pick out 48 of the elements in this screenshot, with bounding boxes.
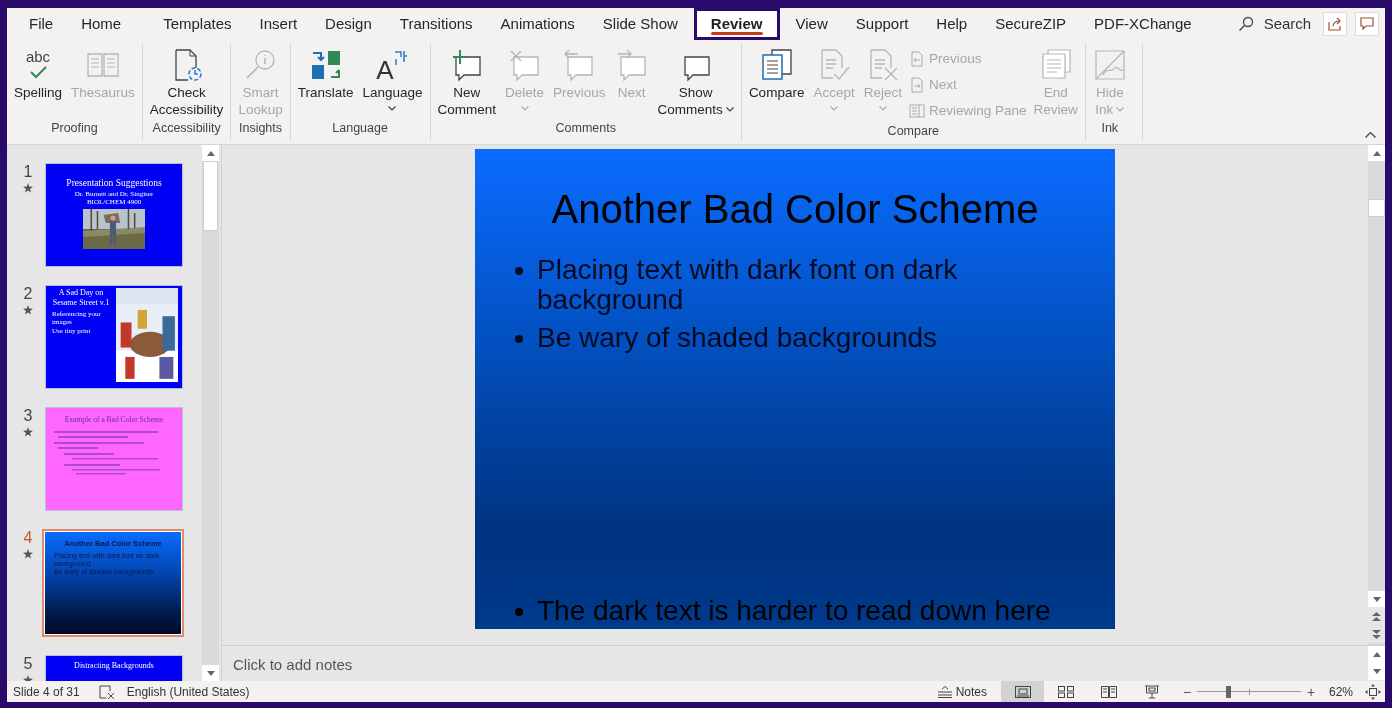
thumbnail-title: Distracting Backgrounds bbox=[74, 660, 154, 672]
bullet-text: Placing text with dark font on dark background bbox=[537, 255, 959, 315]
zoom-in-button[interactable]: + bbox=[1305, 684, 1317, 699]
ribbon-tab[interactable]: File bbox=[15, 8, 68, 40]
bullet-text: Be wary of shaded backgrounds bbox=[537, 323, 938, 353]
ribbon-tab[interactable]: Home bbox=[67, 8, 136, 40]
language-indicator[interactable]: English (United States) bbox=[126, 682, 250, 701]
ribbon-tab[interactable]: Support bbox=[841, 8, 923, 40]
ribbon-tab[interactable]: View bbox=[781, 8, 842, 40]
zoom-level[interactable]: 62% bbox=[1329, 682, 1359, 701]
ribbon-tab[interactable]: Templates bbox=[149, 8, 246, 40]
ribbon-button[interactable]: Check Accessibility bbox=[145, 46, 228, 118]
ribbon-tab[interactable]: Help bbox=[922, 8, 982, 40]
slide-number: 3 bbox=[23, 407, 33, 425]
notes-button[interactable]: Notes bbox=[933, 681, 991, 702]
ribbon-tab[interactable]: Transitions bbox=[385, 8, 487, 40]
group-label: Language bbox=[331, 120, 389, 138]
ribbon-button[interactable]: Translate bbox=[293, 46, 358, 101]
ribbon-button[interactable]: New Comment bbox=[433, 46, 501, 118]
zoom-out-button[interactable]: − bbox=[1181, 684, 1193, 699]
slide-number: 2 bbox=[23, 285, 33, 303]
group-label: Insights bbox=[237, 120, 284, 138]
ribbon-tab[interactable]: Design bbox=[311, 8, 386, 40]
ribbon-button[interactable]: Show Comments bbox=[653, 46, 738, 118]
ribbon-button[interactable]: A Language bbox=[358, 46, 427, 115]
slide-counter: Slide 4 of 31 bbox=[13, 683, 80, 701]
slide-thumbnail[interactable]: Distracting Backgrounds bbox=[45, 655, 183, 681]
ribbon-tab[interactable]: PDF-XChange bbox=[1080, 8, 1206, 40]
ribbon-tab[interactable]: Animations bbox=[486, 8, 589, 40]
group-label: Proofing bbox=[50, 120, 99, 138]
slide-number: 4 bbox=[23, 529, 33, 547]
thumbnail-title: Presentation Suggestions bbox=[66, 177, 162, 190]
thumbnail-title: A Sad Day on Sesame Street v.1 bbox=[51, 288, 111, 307]
ribbon-button[interactable]: Compare bbox=[744, 46, 809, 101]
group-label: Ink bbox=[1100, 120, 1120, 138]
group-label: Compare bbox=[886, 123, 941, 140]
slide-title: Another Bad Color Scheme bbox=[550, 186, 1040, 233]
group-label: Comments bbox=[554, 120, 617, 138]
slide-number: 5 bbox=[23, 655, 33, 673]
ribbon-tab[interactable]: Insert bbox=[245, 8, 312, 40]
bullet-text: The dark text is harder to read down here bbox=[537, 596, 1051, 626]
ribbon-tab[interactable]: Slide Show bbox=[588, 8, 692, 40]
slide-number: 1 bbox=[23, 163, 33, 181]
group-label: Accessibility bbox=[151, 120, 222, 138]
ribbon-tab[interactable]: Review bbox=[693, 8, 780, 40]
ribbon-tab[interactable]: SecureZIP bbox=[981, 8, 1081, 40]
search-field[interactable]: Search bbox=[1231, 10, 1318, 38]
ribbon-button[interactable]: abc Spelling bbox=[10, 46, 67, 101]
